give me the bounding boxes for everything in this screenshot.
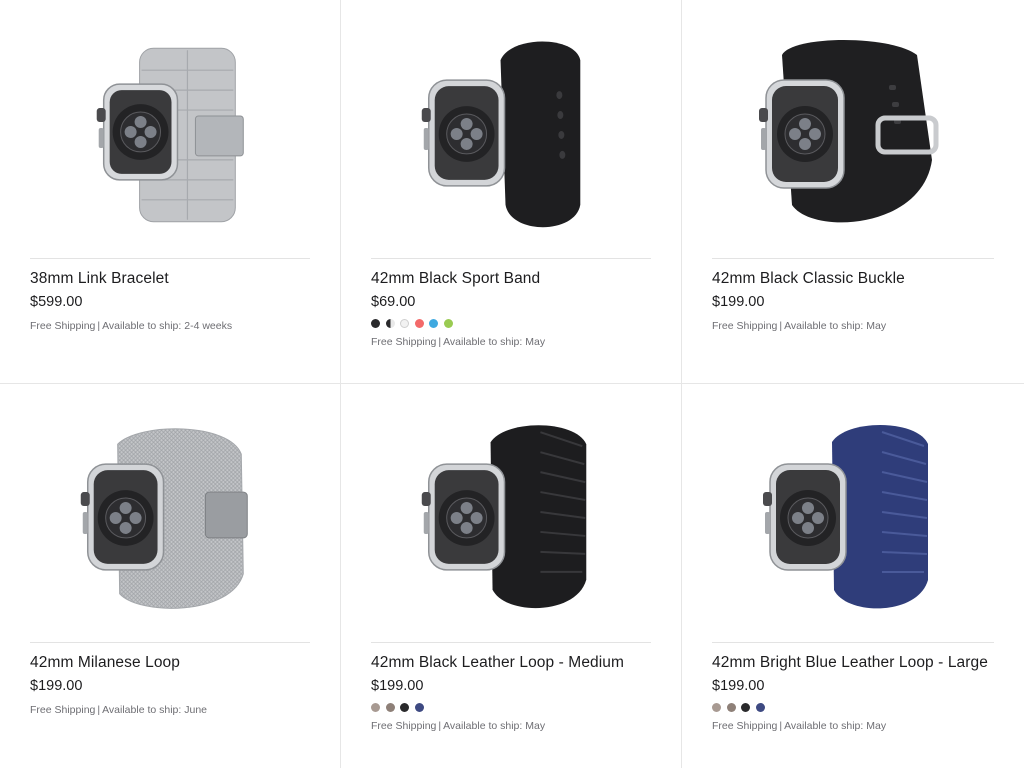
shipping-info: Free Shipping | Available to ship: May: [371, 720, 545, 732]
color-swatch[interactable]: [414, 703, 424, 712]
separator: |: [97, 320, 101, 332]
separator: |: [438, 720, 442, 732]
color-swatch[interactable]: [371, 319, 380, 328]
product-tile-bright-blue-leather-loop-large[interactable]: 42mm Bright Blue Leather Loop - Large $1…: [682, 384, 1024, 768]
product-price: $199.00: [712, 294, 765, 310]
product-name[interactable]: 42mm Milanese Loop: [30, 654, 180, 672]
product-image[interactable]: [0, 384, 340, 642]
color-swatch[interactable]: [414, 319, 424, 328]
color-swatch[interactable]: [755, 703, 765, 712]
shipping-info: Free Shipping | Available to ship: June: [30, 704, 207, 716]
color-swatch[interactable]: [371, 703, 380, 712]
product-name[interactable]: 42mm Black Leather Loop - Medium: [371, 654, 624, 672]
availability-value: May: [866, 720, 887, 732]
availability-label: Available to ship:: [443, 720, 523, 732]
availability-value: May: [525, 336, 546, 348]
color-swatches: [712, 703, 765, 713]
color-swatch[interactable]: [400, 703, 409, 712]
color-swatches: [371, 319, 453, 329]
availability-value: May: [866, 320, 887, 332]
color-swatches: [371, 703, 424, 713]
availability-value: May: [525, 720, 546, 732]
product-image[interactable]: [0, 0, 340, 258]
availability-label: Available to ship:: [102, 704, 182, 716]
product-price: $199.00: [712, 678, 765, 694]
product-price: $199.00: [371, 678, 424, 694]
availability-label: Available to ship:: [784, 320, 864, 332]
availability-label: Available to ship:: [102, 320, 182, 332]
color-swatch[interactable]: [741, 703, 750, 712]
product-image[interactable]: [341, 0, 681, 258]
product-price: $599.00: [30, 294, 83, 310]
availability-label: Available to ship:: [784, 720, 864, 732]
color-swatch[interactable]: [385, 703, 395, 712]
product-tile-black-classic-buckle[interactable]: 42mm Black Classic Buckle $199.00 Free S…: [682, 0, 1024, 384]
product-name[interactable]: 38mm Link Bracelet: [30, 270, 169, 288]
color-swatch[interactable]: [443, 319, 453, 328]
shipping-info: Free Shipping | Available to ship: May: [371, 336, 545, 348]
color-swatch[interactable]: [400, 319, 409, 328]
free-shipping-label: Free Shipping: [712, 720, 778, 732]
product-name[interactable]: 42mm Bright Blue Leather Loop - Large: [712, 654, 988, 672]
divider: [712, 258, 994, 259]
product-price: $199.00: [30, 678, 83, 694]
color-swatch[interactable]: [726, 703, 736, 712]
product-image[interactable]: [682, 384, 1024, 642]
product-price: $69.00: [371, 294, 416, 310]
watch-blue-leather-loop-image: [763, 424, 928, 609]
availability-value: 2-4 weeks: [184, 320, 233, 332]
separator: |: [97, 704, 101, 716]
product-image[interactable]: [341, 384, 681, 642]
free-shipping-label: Free Shipping: [712, 320, 778, 332]
shipping-info: Free Shipping | Available to ship: May: [712, 320, 886, 332]
separator: |: [438, 336, 442, 348]
divider: [30, 642, 310, 643]
availability-label: Available to ship:: [443, 336, 523, 348]
watch-link-bracelet-image: [96, 47, 244, 223]
shipping-info: Free Shipping | Available to ship: May: [712, 720, 886, 732]
watch-classic-buckle-image: [759, 40, 939, 223]
watch-black-leather-loop-image: [421, 425, 587, 609]
product-tile-link-bracelet[interactable]: 38mm Link Bracelet $599.00 Free Shipping…: [0, 0, 341, 384]
product-tile-milanese-loop[interactable]: 42mm Milanese Loop $199.00 Free Shipping…: [0, 384, 341, 768]
color-swatch[interactable]: [429, 319, 438, 328]
divider: [371, 642, 651, 643]
product-name[interactable]: 42mm Black Classic Buckle: [712, 270, 905, 288]
free-shipping-label: Free Shipping: [30, 704, 96, 716]
separator: |: [779, 720, 783, 732]
availability-value: June: [184, 704, 208, 716]
free-shipping-label: Free Shipping: [30, 320, 96, 332]
product-tile-black-leather-loop-medium[interactable]: 42mm Black Leather Loop - Medium $199.00…: [341, 384, 682, 768]
free-shipping-label: Free Shipping: [371, 720, 437, 732]
color-swatch[interactable]: [712, 703, 721, 712]
product-image[interactable]: [682, 0, 1024, 258]
watch-milanese-loop-image: [80, 428, 248, 609]
color-swatch[interactable]: [385, 319, 395, 328]
divider: [371, 258, 651, 259]
divider: [30, 258, 310, 259]
separator: |: [779, 320, 783, 332]
shipping-info: Free Shipping | Available to ship: 2-4 wee…: [30, 320, 232, 332]
watch-sport-band-image: [421, 41, 581, 228]
divider: [712, 642, 994, 643]
product-grid: 38mm Link Bracelet $599.00 Free Shipping…: [0, 0, 1024, 768]
product-tile-black-sport-band[interactable]: 42mm Black Sport Band $69.00 Free Shippi…: [341, 0, 682, 384]
free-shipping-label: Free Shipping: [371, 336, 437, 348]
product-name[interactable]: 42mm Black Sport Band: [371, 270, 540, 288]
